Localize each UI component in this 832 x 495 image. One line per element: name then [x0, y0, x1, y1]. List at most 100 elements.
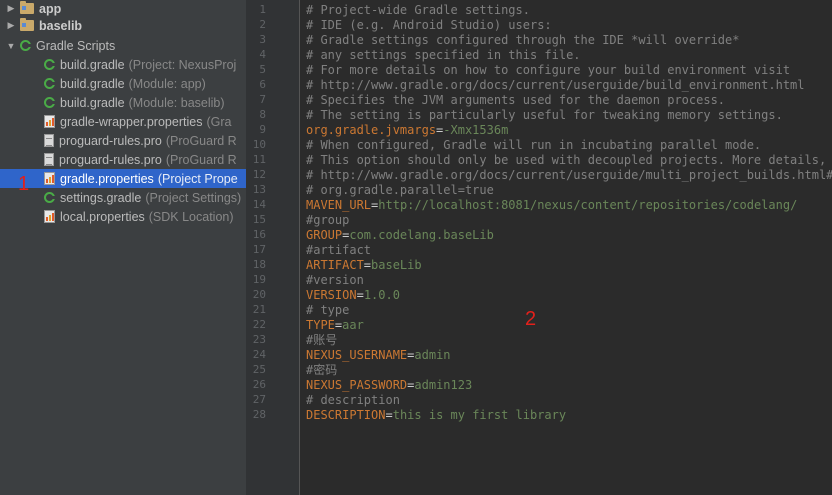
code-token-key: DESCRIPTION [306, 408, 386, 422]
code-token-comment: # http://www.gradle.org/docs/current/use… [306, 78, 805, 92]
code-line[interactable]: TYPE=aar [306, 318, 364, 333]
code-line[interactable]: VERSION=1.0.0 [306, 288, 400, 303]
code-editor[interactable]: # Project-wide Gradle settings. # IDE (e.… [300, 0, 832, 495]
code-line[interactable]: # When configured, Gradle will run in in… [306, 138, 761, 153]
code-token-eq: = [363, 258, 372, 272]
tree-item[interactable]: local.properties (SDK Location) [0, 207, 246, 226]
code-line[interactable]: DESCRIPTION=this is my first library [306, 408, 566, 423]
code-line[interactable]: # any settings specified in this file. [306, 48, 581, 63]
tree-item-label: settings.gradle [60, 190, 142, 205]
code-line[interactable]: #version [306, 273, 364, 288]
line-number: 25 [252, 363, 266, 376]
tree-item-label: gradle.properties [60, 171, 154, 186]
expand-arrow-icon[interactable]: ▶ [6, 20, 16, 31]
line-number: 9 [259, 123, 266, 136]
tree-item[interactable]: proguard-rules.pro (ProGuard R [0, 150, 246, 169]
code-token-comment: # The setting is particularly useful for… [306, 108, 783, 122]
tree-item[interactable]: ▼ Gradle Scripts [0, 36, 246, 55]
tree-item-label: proguard-rules.pro [59, 152, 162, 167]
line-number: 13 [252, 183, 266, 196]
tree-item-hint: (Module: baselib) [128, 95, 225, 110]
line-number: 8 [259, 108, 266, 121]
code-line[interactable]: GROUP=com.codelang.baseLib [306, 228, 494, 243]
code-line[interactable]: #账号 [306, 333, 337, 348]
tree-item[interactable]: build.gradle (Module: baselib) [0, 93, 246, 112]
line-number: 2 [259, 18, 266, 31]
code-token-val: com.codelang.baseLib [349, 228, 494, 242]
code-line[interactable]: MAVEN_URL=http://localhost:8081/nexus/co… [306, 198, 797, 213]
tree-item-hint: (Project Settings) [145, 190, 242, 205]
code-line[interactable]: # http://www.gradle.org/docs/current/use… [306, 78, 805, 93]
line-number: 27 [252, 393, 266, 406]
code-line[interactable]: #group [306, 213, 349, 228]
line-number: 3 [259, 33, 266, 46]
tree-item-hint: (Project: NexusProj [128, 57, 237, 72]
line-number: 6 [259, 78, 266, 91]
annotation-1: 1 [18, 173, 30, 195]
properties-icon [44, 172, 55, 185]
line-number: 5 [259, 63, 266, 76]
tree-item-label: local.properties [60, 209, 145, 224]
line-number: 16 [252, 228, 266, 241]
line-number: 15 [252, 213, 266, 226]
code-line[interactable]: # org.gradle.parallel=true [306, 183, 494, 198]
code-line[interactable]: # description [306, 393, 400, 408]
code-line[interactable]: #密码 [306, 363, 337, 378]
gradle-icon [20, 40, 32, 51]
gradle-icon [44, 78, 56, 89]
code-token-comment: #账号 [306, 333, 338, 347]
tree-item-label: app [39, 1, 62, 16]
line-number: 23 [252, 333, 266, 346]
tree-item-hint: (Project Prope [157, 171, 238, 186]
code-line[interactable]: NEXUS_USERNAME=admin [306, 348, 451, 363]
code-token-key: TYPE [306, 318, 335, 332]
line-number: 14 [252, 198, 266, 211]
code-line[interactable]: # For more details on how to configure y… [306, 63, 790, 78]
tree-item[interactable]: settings.gradle (Project Settings) [0, 188, 246, 207]
code-token-key: NEXUS_PASSWORD [306, 378, 408, 392]
code-token-val: 1.0.0 [363, 288, 400, 302]
code-token-comment: #group [306, 213, 350, 227]
expand-arrow-icon[interactable]: ▶ [6, 3, 16, 14]
code-line[interactable]: ARTIFACT=baseLib [306, 258, 422, 273]
code-token-comment: # For more details on how to configure y… [306, 63, 791, 77]
file-icon [44, 153, 54, 166]
tree-item-label: build.gradle [60, 57, 125, 72]
code-token-val: this is my first library [392, 408, 567, 422]
code-token-comment: #version [306, 273, 364, 287]
code-line[interactable]: # Project-wide Gradle settings. [306, 3, 530, 18]
tree-item[interactable]: ▶ baselib [0, 16, 246, 35]
code-line[interactable]: # http://www.gradle.org/docs/current/use… [306, 168, 832, 183]
code-token-comment: # IDE (e.g. Android Studio) users: [306, 18, 552, 32]
code-line[interactable]: # type [306, 303, 349, 318]
tree-item[interactable]: build.gradle (Module: app) [0, 74, 246, 93]
code-token-key: org.gradle.jvmargs [306, 123, 437, 137]
code-line[interactable]: # This option should only be used with d… [306, 153, 832, 168]
code-line[interactable]: # Gradle settings configured through the… [306, 33, 739, 48]
code-token-comment: # Specifies the JVM arguments used for t… [306, 93, 726, 107]
code-token-val: aar [342, 318, 364, 332]
collapse-arrow-icon[interactable]: ▼ [6, 41, 16, 51]
code-token-comment: # http://www.gradle.org/docs/current/use… [306, 168, 832, 182]
tree-item[interactable]: gradle.properties (Project Prope [0, 169, 246, 188]
tree-item[interactable]: gradle-wrapper.properties (Gra [0, 112, 246, 131]
code-token-comment: #artifact [306, 243, 372, 257]
code-token-comment: # Gradle settings configured through the… [306, 33, 740, 47]
code-token-comment: # This option should only be used with d… [306, 153, 832, 167]
tree-item-label: build.gradle [60, 76, 125, 91]
line-number: 10 [252, 138, 266, 151]
code-line[interactable]: #artifact [306, 243, 371, 258]
properties-icon [44, 115, 55, 128]
code-line[interactable]: # Specifies the JVM arguments used for t… [306, 93, 725, 108]
tree-item[interactable]: build.gradle (Project: NexusProj [0, 55, 246, 74]
code-line[interactable]: # The setting is particularly useful for… [306, 108, 783, 123]
line-number: 7 [259, 93, 266, 106]
tree-item[interactable]: proguard-rules.pro (ProGuard R [0, 131, 246, 150]
line-number: 4 [259, 48, 266, 61]
gradle-icon [44, 97, 56, 108]
code-line[interactable]: NEXUS_PASSWORD=admin123 [306, 378, 472, 393]
code-line[interactable]: # IDE (e.g. Android Studio) users: [306, 18, 552, 33]
annotation-2: 2 [525, 308, 537, 330]
code-line[interactable]: org.gradle.jvmargs=-Xmx1536m [306, 123, 508, 138]
line-number: 20 [252, 288, 266, 301]
